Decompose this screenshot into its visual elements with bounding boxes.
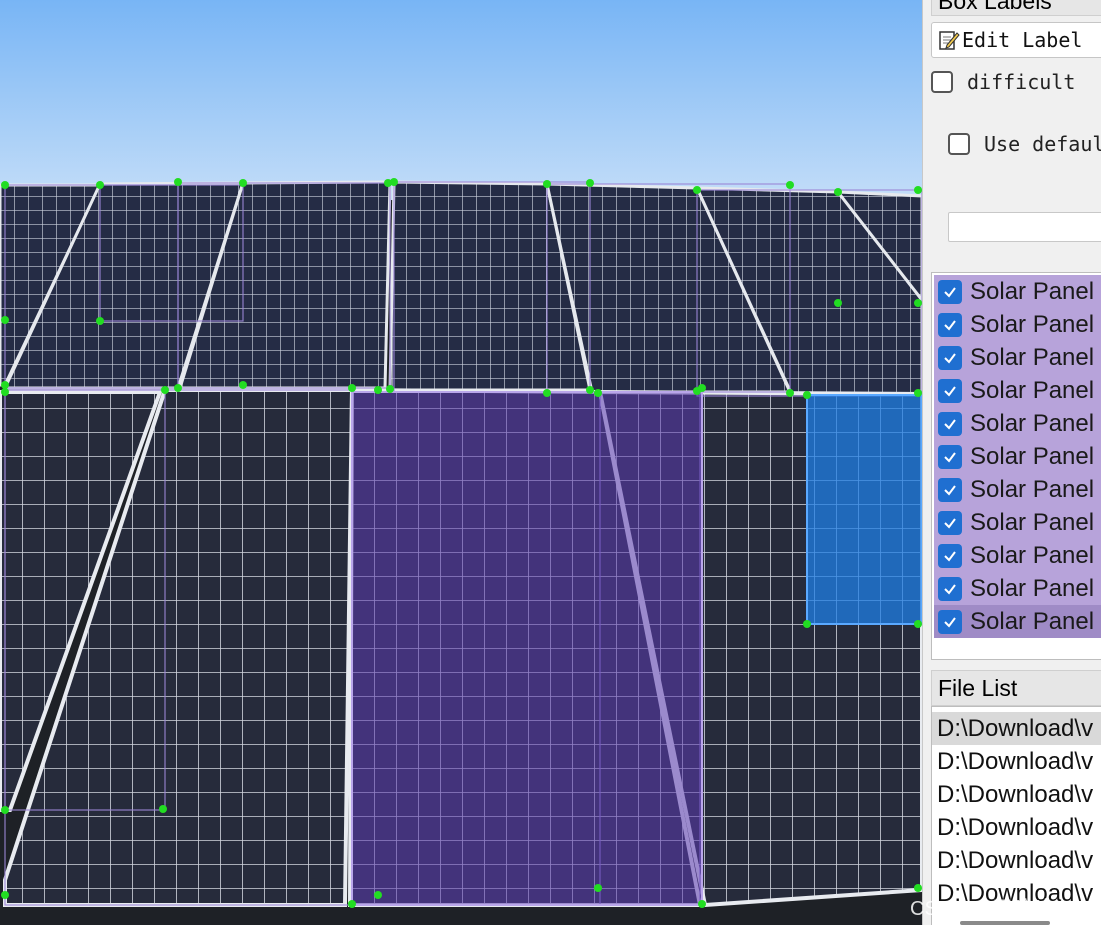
label-text: Solar Panel (970, 442, 1095, 470)
label-text: Solar Panel (970, 475, 1095, 503)
check-mark-icon (944, 550, 956, 562)
edit-label-text: Edit Label (962, 28, 1083, 52)
file-list-item-current[interactable]: D:\Download\v (932, 712, 1101, 745)
label-text: Solar Panel (970, 376, 1095, 404)
label-text: Solar Panel (970, 574, 1095, 602)
label-text: Solar Panel (970, 541, 1095, 569)
check-mark-icon (944, 484, 956, 496)
check-mark-icon (944, 583, 956, 595)
difficult-checkbox-row[interactable]: difficult (931, 70, 1075, 94)
label-checkbox[interactable] (938, 411, 962, 436)
label-checkbox[interactable] (938, 477, 962, 502)
use-default-label-text: Use defaul (984, 132, 1101, 156)
check-mark-icon (944, 418, 956, 430)
label-text: Solar Panel (970, 343, 1095, 371)
file-list-item[interactable]: D:\Download\v (932, 811, 1101, 844)
label-item[interactable]: Solar Panel (934, 473, 1101, 506)
label-checkbox[interactable] (938, 543, 962, 568)
label-item[interactable]: Solar Panel (934, 506, 1101, 539)
label-text: Solar Panel (970, 607, 1095, 635)
check-mark-icon (944, 385, 956, 397)
sky (0, 0, 922, 200)
label-checkbox[interactable] (938, 378, 962, 403)
check-mark-icon (944, 352, 956, 364)
label-list[interactable]: Solar Panel Solar Panel Solar Panel Sola… (931, 272, 1101, 660)
file-list-title: File List (931, 670, 1101, 706)
check-mark-icon (944, 451, 956, 463)
label-item[interactable]: Solar Panel (934, 341, 1101, 374)
label-item[interactable]: Solar Panel (934, 308, 1101, 341)
label-item[interactable]: Solar Panel (934, 275, 1101, 308)
label-text: Solar Panel (970, 310, 1095, 338)
label-checkbox[interactable] (938, 609, 962, 634)
label-text: Solar Panel (970, 508, 1095, 536)
file-list-item[interactable]: D:\Download\v (932, 745, 1101, 778)
difficult-label: difficult (967, 70, 1076, 94)
edit-pencil-icon (939, 31, 960, 50)
label-item[interactable]: Solar Panel (934, 374, 1101, 407)
file-list[interactable]: D:\Download\v D:\Download\v D:\Download\… (931, 706, 1101, 925)
label-item-selected[interactable]: Solar Panel (934, 605, 1101, 638)
file-list-item[interactable]: D:\Download\v (932, 877, 1101, 910)
file-list-item[interactable]: D:\Download\v (932, 778, 1101, 811)
label-checkbox[interactable] (938, 510, 962, 535)
check-mark-icon (944, 616, 956, 628)
label-checkbox[interactable] (938, 345, 962, 370)
default-label-input[interactable] (948, 212, 1101, 242)
label-text: Solar Panel (970, 409, 1095, 437)
box-labels-title: Box Labels (931, 0, 1101, 16)
annotation-canvas[interactable] (0, 0, 922, 925)
label-checkbox[interactable] (938, 576, 962, 601)
label-item[interactable]: Solar Panel (934, 440, 1101, 473)
check-mark-icon (944, 517, 956, 529)
horizontal-scrollbar[interactable] (960, 921, 1050, 925)
label-item[interactable]: Solar Panel (934, 407, 1101, 440)
selected-bounding-box[interactable] (351, 391, 703, 906)
label-checkbox[interactable] (938, 312, 962, 337)
check-mark-icon (944, 319, 956, 331)
active-bounding-box[interactable] (806, 394, 922, 625)
label-checkbox[interactable] (938, 444, 962, 469)
file-list-item[interactable]: D:\Download\v (932, 844, 1101, 877)
edit-label-button[interactable]: Edit Label (931, 22, 1101, 58)
label-item[interactable]: Solar Panel (934, 539, 1101, 572)
use-default-label-checkbox[interactable] (948, 133, 970, 155)
difficult-checkbox[interactable] (931, 71, 953, 93)
right-dock: Box Labels Edit Label difficult Use defa… (922, 0, 1101, 925)
use-default-label-row[interactable]: Use defaul (948, 132, 1101, 156)
label-text: Solar Panel (970, 277, 1095, 305)
solar-panel-image[interactable] (0, 0, 922, 925)
label-checkbox[interactable] (938, 279, 962, 304)
top-panel-row (0, 180, 922, 397)
label-item[interactable]: Solar Panel (934, 572, 1101, 605)
check-mark-icon (944, 286, 956, 298)
